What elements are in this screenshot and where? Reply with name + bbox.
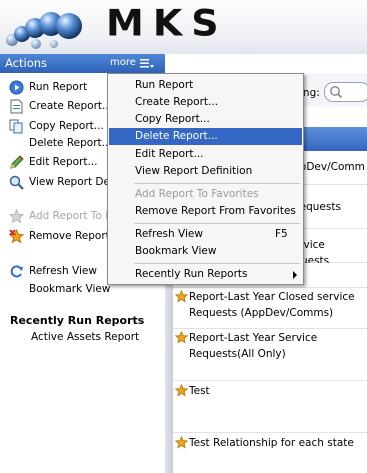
menu-item-label: Copy Report... [135, 113, 210, 125]
favorite-star-icon [175, 331, 188, 344]
table-row[interactable]: Test Relationship for each state [173, 433, 367, 473]
menu-item-remove-from-favorites[interactable]: Remove Report From Favorites [109, 203, 302, 220]
action-label: Refresh View [29, 265, 97, 277]
menu-item-label: Remove Report From Favorites [135, 205, 296, 217]
action-label: Delete Report... [29, 137, 112, 149]
submenu-arrow-icon [293, 271, 297, 279]
menu-separator [134, 223, 300, 224]
menu-item-run-report[interactable]: Run Report [109, 77, 302, 94]
menu-separator [134, 263, 300, 264]
pencil-icon [10, 155, 24, 169]
menu-item-delete-report[interactable]: Delete Report... [109, 128, 302, 145]
menu-item-copy-report[interactable]: Copy Report... [109, 111, 302, 128]
recently-run-reports-heading: Recently Run Reports [10, 314, 145, 327]
run-icon [9, 80, 24, 95]
magnifier-icon [9, 175, 24, 190]
menu-item-label: Bookmark View [135, 245, 217, 257]
actions-bar: Actions more [0, 54, 165, 73]
menu-item-label: Create Report... [135, 96, 219, 108]
menu-separator [134, 183, 300, 184]
menu-item-shortcut: F5 [275, 228, 288, 240]
menu-item-recently-run-reports[interactable]: Recently Run Reports [109, 266, 302, 283]
table-row[interactable]: Test [173, 381, 367, 433]
menu-item-label: Add Report To Favorites [135, 188, 259, 200]
action-label: Run Report [29, 81, 88, 93]
menu-item-refresh-view[interactable]: Refresh View F5 [109, 226, 302, 243]
more-button[interactable]: more [110, 57, 136, 68]
menu-item-view-report-definition[interactable]: View Report Definition [109, 163, 302, 180]
menu-item-add-to-favorites[interactable]: Add Report To Favorites [109, 186, 302, 203]
table-row[interactable]: Report-Last Year Closed service Requests… [173, 288, 367, 329]
favorite-star-icon [175, 436, 188, 449]
favorite-star-icon [175, 290, 188, 303]
row-text: Report-Last Year Service Requests(All On… [189, 332, 318, 360]
star-remove-icon [9, 229, 24, 244]
action-label: Edit Report... [29, 156, 98, 168]
menu-item-create-report[interactable]: Create Report... [109, 94, 302, 111]
actions-dropdown-menu: Run Report Create Report... Copy Report.… [107, 73, 304, 285]
menu-item-label: Run Report [135, 79, 194, 91]
menu-item-label: Edit Report... [135, 148, 204, 160]
favorite-star-icon [175, 384, 188, 397]
new-report-icon [10, 99, 23, 114]
more-menu-icon[interactable] [140, 58, 154, 69]
menu-item-label: Delete Report... [135, 130, 218, 142]
menu-item-label: View Report Definition [135, 165, 253, 177]
action-label: Bookmark View [29, 283, 111, 295]
menu-item-bookmark-view[interactable]: Bookmark View [109, 243, 302, 260]
copy-report-icon [9, 119, 23, 134]
menu-item-label: Refresh View [135, 228, 203, 240]
star-disabled-icon [9, 209, 24, 224]
row-text: Report-Last Year Closed service Requests… [189, 291, 355, 319]
actions-title: Actions [5, 56, 48, 70]
action-label: Create Report... [29, 100, 113, 112]
logo-spheres-icon [6, 12, 82, 49]
menu-item-label: Recently Run Reports [135, 268, 248, 280]
search-icon [330, 86, 343, 99]
row-text: ppDev/Comm [293, 161, 365, 173]
refresh-icon [10, 265, 23, 278]
recent-report-link[interactable]: Active Assets Report [31, 331, 139, 343]
menu-item-edit-report[interactable]: Edit Report... [109, 146, 302, 163]
table-row[interactable]: Report-Last Year Service Requests(All On… [173, 329, 367, 381]
row-text: Test [189, 385, 210, 397]
action-label: Copy Report... [29, 120, 104, 132]
row-text: Test Relationship for each state [189, 437, 354, 449]
header-banner: MKS [0, 0, 367, 54]
logo-text: MKS [106, 2, 228, 44]
